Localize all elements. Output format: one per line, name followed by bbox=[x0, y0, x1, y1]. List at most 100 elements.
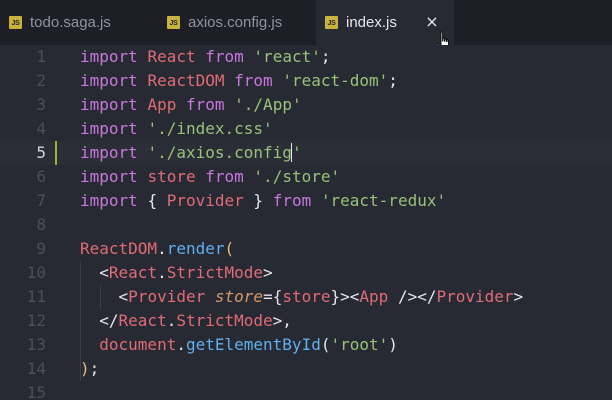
code-token: './store' bbox=[253, 167, 341, 186]
code-line[interactable]: 8 bbox=[0, 213, 612, 237]
code-token: } bbox=[330, 287, 341, 306]
code-line[interactable]: 13 document.getElementById('root') bbox=[0, 333, 612, 357]
code-token: { bbox=[272, 287, 283, 306]
code-text: import { Provider } from 'react-redux' bbox=[80, 189, 446, 213]
code-token: . bbox=[157, 263, 167, 282]
tab-bar: JS todo.saga.js JS axios.config.js JS in… bbox=[0, 0, 612, 52]
code-token: ReactDOM bbox=[80, 239, 158, 258]
code-token: Provider bbox=[128, 287, 206, 306]
tab-label: axios.config.js bbox=[188, 14, 283, 31]
code-token: render bbox=[166, 239, 225, 258]
code-token: store bbox=[214, 287, 264, 306]
code-text: ); bbox=[80, 357, 99, 381]
code-line[interactable]: 5 import './axios.config' bbox=[0, 141, 612, 165]
line-number: 15 bbox=[26, 383, 46, 400]
code-text: import App from './App' bbox=[80, 93, 302, 117]
code-text: import store from './store' bbox=[80, 165, 340, 189]
code-token: document bbox=[99, 335, 177, 354]
javascript-file-icon: JS bbox=[325, 16, 338, 29]
code-token: App bbox=[359, 287, 389, 306]
code-text: ReactDOM.render( bbox=[80, 237, 234, 261]
code-token: React bbox=[147, 47, 196, 66]
code-line[interactable]: 7 import { Provider } from 'react-redux' bbox=[0, 189, 612, 213]
javascript-file-icon: JS bbox=[167, 16, 180, 29]
line-number: 10 bbox=[26, 263, 46, 282]
code-token: > bbox=[263, 263, 273, 282]
code-text: <React.StrictMode> bbox=[80, 261, 273, 285]
tab-label: todo.saga.js bbox=[30, 14, 111, 31]
code-line[interactable]: 12 </React.StrictMode>, bbox=[0, 309, 612, 333]
line-number: 5 bbox=[36, 143, 46, 162]
code-line[interactable]: 11 <Provider store={store}><App /></Prov… bbox=[0, 285, 612, 309]
code-token: >, bbox=[272, 311, 292, 330]
code-line[interactable]: 4 import './index.css' bbox=[0, 117, 612, 141]
code-token: getElementById bbox=[185, 335, 321, 354]
close-tab-icon[interactable]: × bbox=[424, 14, 440, 30]
tab-axios-config[interactable]: JS axios.config.js bbox=[158, 0, 316, 45]
code-token: StrictMode bbox=[166, 263, 264, 282]
code-text: document.getElementById('root') bbox=[80, 333, 398, 357]
line-number: 14 bbox=[26, 359, 46, 378]
line-number: 8 bbox=[36, 215, 46, 234]
code-token: ) bbox=[388, 335, 398, 354]
code-token: /></ bbox=[388, 287, 437, 306]
tab-label: index.js bbox=[346, 14, 397, 31]
code-line[interactable]: 10 <React.StrictMode> bbox=[0, 261, 612, 285]
line-number: 4 bbox=[36, 119, 46, 138]
code-token: Provider bbox=[436, 287, 514, 306]
code-text: <Provider store={store}><App /></Provide… bbox=[80, 285, 524, 309]
code-text: </React.StrictMode>, bbox=[80, 309, 292, 333]
code-line[interactable]: 6 import store from './store' bbox=[0, 165, 612, 189]
code-token: < bbox=[118, 287, 129, 306]
code-token: './App' bbox=[234, 95, 302, 114]
code-token: > bbox=[513, 287, 524, 306]
code-token: './axios.config bbox=[147, 143, 292, 162]
code-token: from bbox=[272, 191, 312, 210]
code-line[interactable]: 15 bbox=[0, 381, 612, 400]
code-token: ) bbox=[80, 359, 90, 378]
code-text: import './axios.config' bbox=[80, 141, 302, 165]
code-token: store bbox=[282, 287, 331, 306]
code-line[interactable]: 1 import React from 'react'; bbox=[0, 45, 612, 69]
code-token: App bbox=[147, 95, 177, 114]
code-token: import bbox=[80, 95, 138, 114]
line-number: 2 bbox=[36, 71, 46, 90]
line-number: 6 bbox=[36, 167, 46, 186]
line-number: 12 bbox=[26, 311, 46, 330]
modified-line-indicator bbox=[55, 141, 57, 165]
code-token: from bbox=[185, 95, 225, 114]
code-token: import bbox=[80, 71, 138, 90]
code-token: React bbox=[108, 263, 158, 282]
code-line[interactable]: 2 import ReactDOM from 'react-dom'; bbox=[0, 69, 612, 93]
code-token: Provider bbox=[166, 191, 244, 210]
code-token: import bbox=[80, 47, 138, 66]
code-line[interactable]: 3 import App from './App' bbox=[0, 93, 612, 117]
code-line[interactable]: 9 ReactDOM.render( bbox=[0, 237, 612, 261]
line-number: 7 bbox=[36, 191, 46, 210]
code-editor[interactable]: 1 import React from 'react'; 2 import React… bbox=[0, 45, 612, 400]
code-token: import bbox=[80, 143, 138, 162]
code-token: >< bbox=[340, 287, 360, 306]
code-line[interactable]: 14); bbox=[0, 357, 612, 381]
code-token: ; bbox=[388, 71, 398, 90]
line-number: 1 bbox=[36, 47, 46, 66]
tab-index-js[interactable]: JS index.js × bbox=[316, 0, 454, 45]
tab-todo-saga[interactable]: JS todo.saga.js bbox=[0, 0, 158, 45]
code-token: } bbox=[253, 191, 264, 210]
